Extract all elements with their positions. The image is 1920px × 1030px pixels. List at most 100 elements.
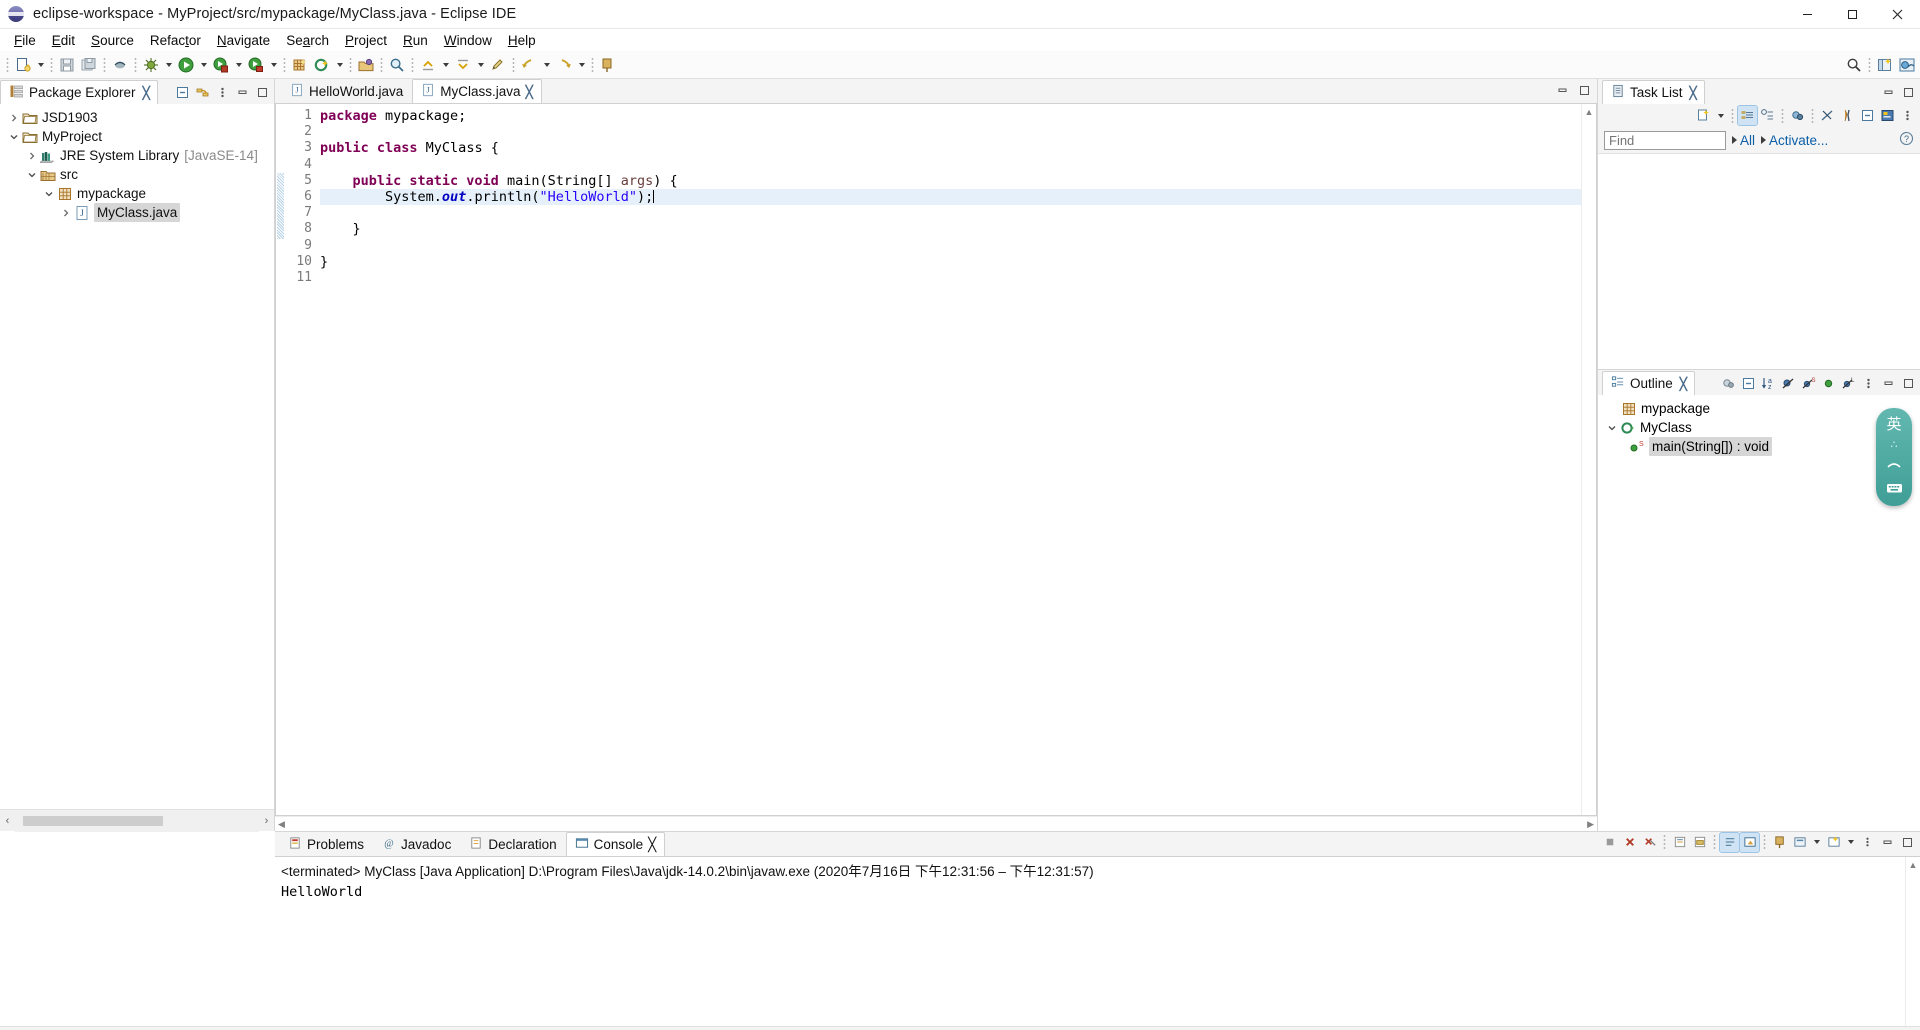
- editor-code-content[interactable]: package mypackage; public class MyClass …: [317, 104, 1596, 815]
- open-console-icon[interactable]: [1824, 833, 1843, 852]
- chevron-right-icon[interactable]: [24, 146, 39, 165]
- view-menu-icon[interactable]: [1859, 374, 1878, 393]
- menu-search[interactable]: Search: [278, 31, 337, 50]
- tree-item-myproject[interactable]: MyProject: [0, 127, 274, 146]
- forward-icon[interactable]: [553, 54, 575, 76]
- hscroll-track[interactable]: [15, 809, 259, 832]
- view-menu-icon[interactable]: [1858, 833, 1877, 852]
- editor-fold-gutter[interactable]: [276, 104, 285, 815]
- run-dropdown-icon[interactable]: [197, 54, 210, 76]
- hide-non-public-icon[interactable]: [1819, 374, 1838, 393]
- pin-console-icon[interactable]: [1770, 833, 1789, 852]
- quick-access-search-icon[interactable]: [1843, 54, 1865, 76]
- tree-item-src[interactable]: src: [0, 165, 274, 184]
- outline-item-myclass[interactable]: MyClass: [1598, 418, 1920, 437]
- view-menu-icon[interactable]: [213, 83, 232, 102]
- close-icon[interactable]: ╳: [143, 86, 150, 100]
- new-task-icon[interactable]: [1694, 106, 1713, 125]
- maximize-icon[interactable]: [1899, 374, 1918, 393]
- maximize-button[interactable]: [1830, 0, 1875, 29]
- chevron-down-icon[interactable]: [1604, 418, 1619, 437]
- minimize-icon[interactable]: [1878, 833, 1897, 852]
- java-perspective-icon[interactable]: [1896, 54, 1918, 76]
- new-wizard-icon[interactable]: [12, 54, 34, 76]
- forward-dropdown-icon[interactable]: [575, 54, 588, 76]
- coverage-icon[interactable]: [210, 54, 232, 76]
- next-annotation-dropdown-icon[interactable]: [474, 54, 487, 76]
- help-icon[interactable]: ?: [1899, 131, 1914, 149]
- scroll-lock-icon[interactable]: [1690, 833, 1709, 852]
- toolbar-grip[interactable]: [6, 56, 9, 73]
- open-dropdown-icon[interactable]: [1844, 831, 1857, 853]
- sort-icon[interactable]: a z: [1759, 374, 1778, 393]
- hide-static-icon[interactable]: S: [1799, 374, 1818, 393]
- save-icon[interactable]: [56, 54, 78, 76]
- chevron-down-icon[interactable]: [24, 165, 39, 184]
- toolbar-grip[interactable]: [411, 56, 414, 73]
- editor-hscrollbar[interactable]: ◀ ▶: [275, 816, 1597, 831]
- tab-task-list[interactable]: Task List ╳: [1602, 80, 1705, 104]
- minimize-icon[interactable]: [1879, 374, 1898, 393]
- pin-editor-icon[interactable]: [597, 54, 619, 76]
- editor-vscrollbar[interactable]: ▲: [1581, 104, 1596, 815]
- ime-keyboard-icon[interactable]: [1886, 482, 1903, 497]
- scroll-left-icon[interactable]: ‹: [0, 810, 15, 832]
- menu-source[interactable]: Source: [83, 31, 142, 50]
- open-type-icon[interactable]: [355, 54, 377, 76]
- ime-tool-icon[interactable]: [1886, 459, 1902, 474]
- previous-annotation-icon[interactable]: [417, 54, 439, 76]
- filter-activate-link[interactable]: Activate...: [1761, 133, 1828, 148]
- maximize-icon[interactable]: [253, 83, 272, 102]
- link-with-editor-icon[interactable]: [193, 83, 212, 102]
- menu-run[interactable]: Run: [395, 31, 436, 50]
- tab-package-explorer[interactable]: Package Explorer ╳: [0, 80, 158, 104]
- focus-on-active-task-icon[interactable]: [1719, 374, 1738, 393]
- tab-myclass-java[interactable]: J MyClass.java ╳: [412, 79, 542, 103]
- close-icon[interactable]: ╳: [1680, 377, 1687, 391]
- editor-body[interactable]: 1 2 3 4 5 6 7 8 9 10 11 package mypackag…: [275, 104, 1597, 816]
- back-icon[interactable]: [518, 54, 540, 76]
- menu-navigate[interactable]: Navigate: [209, 31, 278, 50]
- console-vscrollbar[interactable]: ▲: [1905, 857, 1920, 1026]
- chevron-right-icon[interactable]: [58, 203, 73, 222]
- toolbar-grip[interactable]: [512, 56, 515, 73]
- console-body[interactable]: <terminated> MyClass [Java Application] …: [275, 857, 1920, 1026]
- collapse-all-icon[interactable]: [1739, 374, 1758, 393]
- collapse-all-icon[interactable]: [173, 83, 192, 102]
- close-icon[interactable]: ╳: [648, 837, 656, 853]
- tree-item-jsd1903[interactable]: JSD1903: [0, 108, 274, 127]
- menu-refactor[interactable]: Refactor: [142, 31, 209, 50]
- show-console-on-output-icon[interactable]: [1739, 831, 1760, 853]
- scroll-right-icon[interactable]: ›: [259, 810, 274, 832]
- chevron-down-icon[interactable]: [41, 184, 56, 203]
- previous-annotation-dropdown-icon[interactable]: [439, 54, 452, 76]
- clear-console-icon[interactable]: [1670, 833, 1689, 852]
- tree-item-mypackage[interactable]: mypackage: [0, 184, 274, 203]
- debug-dropdown-icon[interactable]: [162, 54, 175, 76]
- word-wrap-icon[interactable]: [1719, 831, 1740, 853]
- scroll-right-icon[interactable]: ▶: [1587, 819, 1594, 830]
- toolbar-grip[interactable]: [349, 56, 352, 73]
- minimize-icon[interactable]: [1553, 81, 1572, 100]
- menu-project[interactable]: Project: [337, 31, 395, 50]
- remove-all-terminated-icon[interactable]: [1640, 833, 1659, 852]
- run-external-icon[interactable]: [245, 54, 267, 76]
- toolbar-grip[interactable]: [134, 56, 137, 73]
- chevron-down-icon[interactable]: [6, 127, 21, 146]
- collapse-all-icon[interactable]: [1838, 106, 1857, 125]
- synchronize-changed-icon[interactable]: [1818, 106, 1837, 125]
- categorized-presentation-icon[interactable]: [1737, 105, 1758, 126]
- save-all-icon[interactable]: [78, 54, 100, 76]
- toolbar-grip[interactable]: [380, 56, 383, 73]
- tab-helloworld-java[interactable]: J HelloWorld.java: [281, 79, 413, 103]
- tab-problems[interactable]: Problems: [279, 832, 373, 856]
- maximize-icon[interactable]: [1899, 83, 1918, 102]
- package-explorer-hscrollbar[interactable]: ‹ ›: [0, 809, 274, 832]
- new-java-class-dropdown-icon[interactable]: [333, 54, 346, 76]
- toolbar-grip[interactable]: [103, 56, 106, 73]
- menu-help[interactable]: Help: [500, 31, 544, 50]
- close-button[interactable]: [1875, 0, 1920, 29]
- last-edit-location-icon[interactable]: [487, 54, 509, 76]
- tab-console[interactable]: Console ╳: [565, 832, 666, 856]
- scroll-up-icon[interactable]: ▲: [1906, 857, 1920, 872]
